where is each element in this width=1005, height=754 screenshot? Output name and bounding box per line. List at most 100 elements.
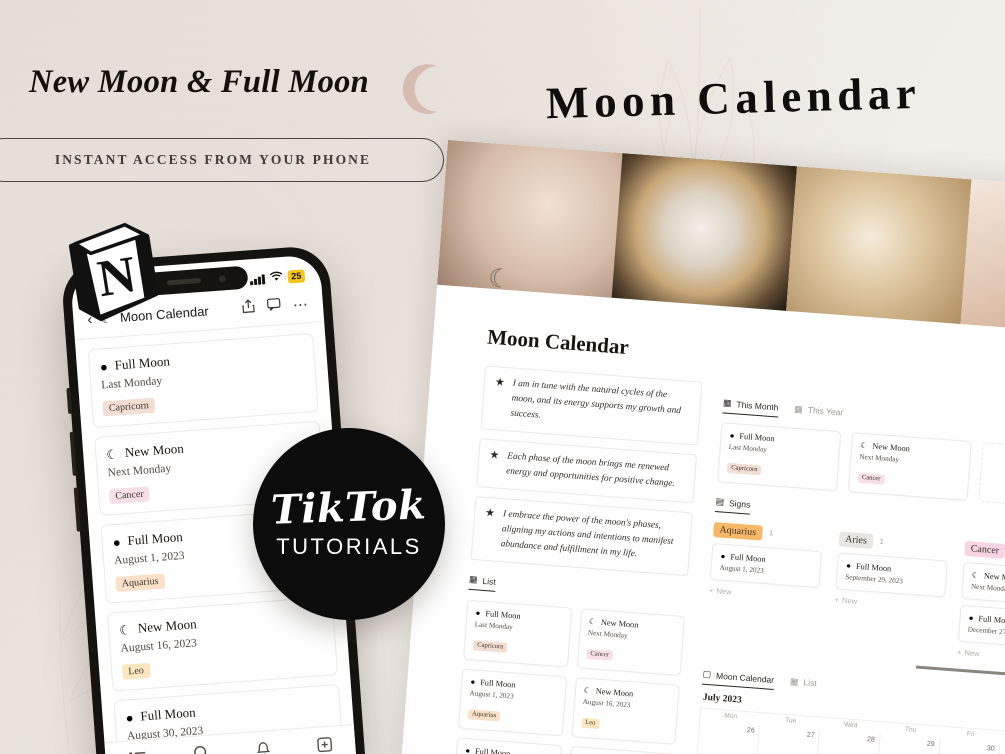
tiktok-tutorials-badge: TikTok TUTORIALS (253, 428, 445, 620)
gallery-card[interactable]: ● Full Moon Last Monday Capricorn (463, 600, 572, 668)
moon-phase-gallery: ● Full Moon Last Monday Capricorn ☾ New Moon N… (437, 600, 685, 754)
affirmation-text: I embrace the power of the moon's phases… (500, 509, 674, 560)
zodiac-sign-tag: Cancer (964, 540, 1005, 559)
bell-icon[interactable] (255, 740, 271, 754)
phone-volume-up-button (69, 431, 77, 476)
month-card[interactable]: ● Full Moon Last Monday Capricorn (717, 422, 842, 492)
gallery-card[interactable]: ● Full Moon August 1, 2023 Aquarius (457, 668, 567, 737)
full-moon-icon: ● (464, 746, 471, 754)
new-card-link[interactable]: + New (834, 595, 944, 612)
phone-mute-switch (66, 387, 73, 415)
zodiac-sign-tag: Capricorn (726, 462, 762, 475)
plus-icon: + (708, 585, 714, 596)
board-column-header: Aries 1 (838, 531, 950, 554)
tab-moon-calendar[interactable]: ▢ Moon Calendar (701, 668, 775, 690)
moon-phase-name: New Moon (124, 440, 185, 460)
moon-phase-name: Full Moon (739, 431, 775, 444)
list-item[interactable]: ● Full Moon Last Monday Capricorn (87, 332, 319, 429)
affirmation-callout: ★ I am in tune with the natural cycles o… (480, 365, 703, 446)
calendar-cell[interactable]: 29 (876, 734, 941, 754)
gallery-card[interactable]: ●Full MoonAugust 30, 2023Pisces (452, 737, 562, 754)
card-count: 1 (879, 538, 884, 546)
instant-access-pill: INSTANT ACCESS FROM YOUR PHONE (0, 138, 444, 182)
crescent-moon-icon (392, 58, 454, 120)
calendar-cell[interactable]: 27 (756, 725, 821, 754)
search-icon[interactable] (192, 745, 209, 754)
gallery-card[interactable]: ☾ New Moon August 16, 2023 Leo (571, 677, 680, 746)
moon-phase-date: December 27, 2023 (967, 625, 1005, 637)
gallery-card[interactable]: ☾New MoonSeptember 14, 2023Virgo (565, 746, 675, 754)
full-moon-icon: ● (112, 534, 122, 550)
plus-icon: + (956, 647, 962, 657)
new-card-link[interactable]: + New (709, 586, 819, 603)
board-column: Aquarius 1 ● Full Moon August 1, 2023 + New (705, 522, 823, 646)
board-column-header: Aquarius 1 (712, 522, 824, 545)
zodiac-sign-tag: Cancer (585, 648, 614, 661)
full-moon-icon: ● (99, 358, 109, 375)
moon-phase-name: New Moon (983, 571, 1005, 584)
notion-desktop-page: ☾ Moon Calendar ★ I am in tune with the … (395, 140, 1005, 754)
board-card[interactable]: ● Full Moon September 29, 2023 (835, 552, 948, 598)
zodiac-sign-tag: Capricorn (102, 397, 156, 417)
board-column: Aries 1 ● Full Moon September 29, 2023 + New (831, 531, 949, 655)
calendar-cell[interactable]: 26 (696, 720, 761, 754)
affirmation-callout: ★ Each phase of the moon brings me renew… (476, 438, 698, 504)
zodiac-sign-tag: Cancer (857, 472, 885, 485)
tab-calendar-list[interactable]: ▦ List (789, 676, 817, 693)
calendar-cell[interactable]: 28 (816, 729, 881, 754)
right-column: ▦ This Month ▦ This Year ● Full Moon Last … (677, 383, 1005, 754)
moon-phase-name: New Moon (872, 441, 911, 454)
share-icon[interactable] (241, 298, 255, 319)
affirmation-callout: ★ I embrace the power of the moon's phas… (470, 496, 693, 577)
new-card-button[interactable]: +New (978, 441, 1005, 510)
cover-image-full-moon (611, 153, 798, 311)
plus-icon: + (834, 595, 840, 605)
new-card-link[interactable]: + New (957, 648, 1005, 665)
left-column: ★ I am in tune with the natural cycles o… (437, 365, 703, 754)
zodiac-sign-tag: Leo (121, 662, 151, 680)
tab-this-year[interactable]: ▦ This Year (794, 403, 844, 422)
front-camera (218, 275, 226, 283)
horizontal-scrollbar[interactable] (915, 665, 1005, 680)
tab-this-month[interactable]: ▦ This Month (722, 397, 779, 418)
board-card[interactable]: ☾ New Moon Next Monday (961, 561, 1005, 608)
calendar-icon: ▢ (702, 668, 712, 680)
product-title: Moon Calendar (545, 67, 922, 129)
tab-list[interactable]: ▦ List (468, 574, 497, 593)
zodiac-sign-tag: Aquarius (115, 573, 165, 592)
calendar-day-number: 28 (866, 736, 875, 744)
tab-label: Moon Calendar (715, 670, 775, 685)
moon-phase-name: New Moon (595, 687, 634, 699)
cover-image-dried-flowers (786, 166, 972, 324)
tab-label: List (803, 677, 818, 689)
signs-board-view: Aquarius 1 ● Full Moon August 1, 2023 + New Ari… (705, 522, 1005, 665)
phone-volume-down-button (73, 487, 81, 532)
plus-icon[interactable] (316, 736, 332, 754)
new-moon-icon: ☾ (859, 440, 868, 451)
calendar-day-number: 27 (806, 731, 815, 740)
zodiac-sign-tag: Leo (580, 717, 600, 729)
month-card[interactable]: ☾ New Moon Next Monday Cancer (847, 432, 972, 501)
gallery-icon: ▦ (468, 574, 478, 585)
new-label: New (841, 595, 858, 606)
moon-phase-date: Next Monday (970, 582, 1005, 594)
list-item[interactable]: ☾ New Moon August 16, 2023 Leo (106, 596, 339, 692)
full-moon-icon: ● (729, 430, 735, 441)
zodiac-sign-tag: Aries (838, 531, 874, 549)
gallery-icon: ▦ (722, 397, 732, 408)
new-moon-icon: ☾ (588, 617, 597, 627)
board-card[interactable]: ● Full Moon August 1, 2023 (709, 542, 823, 589)
zodiac-sign-tag: Aquarius (467, 709, 501, 722)
badge-line-2: TUTORIALS (276, 534, 422, 559)
tab-signs[interactable]: ▤ Signs (714, 496, 751, 515)
new-moon-icon: ☾ (583, 686, 592, 696)
calendar-day-number: 29 (926, 740, 935, 749)
comment-icon[interactable] (266, 297, 281, 316)
board-icon: ▤ (715, 496, 725, 507)
this-month-cards: ● Full Moon Last Monday Capricorn ☾ New Moon N… (717, 422, 1005, 510)
battery-indicator: 25 (287, 269, 306, 284)
board-card[interactable]: ● Full MoonDecember 27, 2023 (957, 604, 1005, 650)
ellipsis-icon[interactable]: ⋯ (292, 295, 309, 314)
signal-bars-icon (250, 273, 266, 285)
gallery-card[interactable]: ☾ New Moon Next Monday Cancer (576, 608, 685, 677)
